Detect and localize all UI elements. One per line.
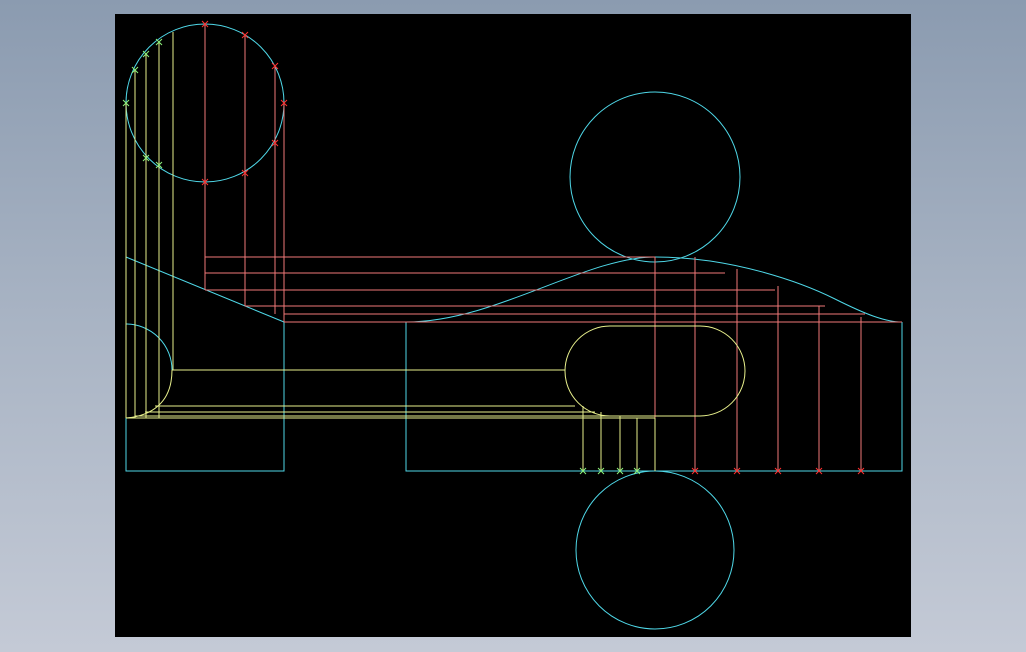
red-projection-layer [204, 24, 902, 471]
left-base-rectangle [125, 417, 284, 471]
yellow-projection-layer [125, 32, 746, 471]
left-quarter-arc [125, 323, 173, 371]
right-upper-circle [569, 91, 741, 263]
outline-layer [125, 23, 903, 630]
cad-drawing-canvas[interactable] [115, 14, 911, 637]
cad-drawing-svg [122, 20, 903, 630]
right-lower-circle [575, 470, 735, 630]
right-base-rectangle [405, 322, 903, 472]
